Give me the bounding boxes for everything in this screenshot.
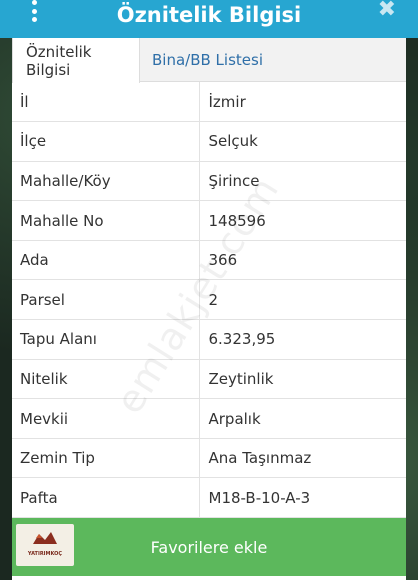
attribute-value: Selçuk (199, 121, 406, 162)
attribute-key: Mahalle/Köy (12, 161, 200, 202)
table-row: Nitelik Zeytinlik (12, 359, 406, 400)
attribute-key: Ada (12, 240, 200, 281)
table-row: Tapu Alanı 6.323,95 (12, 319, 406, 360)
attribute-key: İlçe (12, 121, 200, 162)
table-row: Mevkii Arpalık (12, 398, 406, 439)
table-row: Mahalle/Köy Şirince (12, 161, 406, 202)
modal-body: Öznitelik Bilgisi Bina/BB Listesi İl İzmi… (12, 38, 406, 580)
attribute-key: Mahalle No (12, 200, 200, 241)
attribute-value: Arpalık (199, 398, 406, 439)
attribute-key: Pafta (12, 477, 200, 519)
brand-logo: YATIRIMKOÇ (16, 524, 74, 566)
table-row: Pafta M18-B-10-A-3 (12, 477, 406, 519)
tab-bar: Öznitelik Bilgisi Bina/BB Listesi (12, 38, 406, 83)
attribute-value: İzmir (199, 82, 406, 123)
attribute-value: Şirince (199, 161, 406, 202)
modal-header: Öznitelik Bilgisi ✖ (0, 0, 418, 38)
table-row: İl İzmir (12, 82, 406, 123)
attribute-value: M18-B-10-A-3 (199, 477, 406, 519)
attribute-key: İl (12, 82, 200, 123)
close-icon[interactable]: ✖ (378, 0, 396, 21)
attribute-info-modal: Öznitelik Bilgisi ✖ Öznitelik Bilgisi Bi… (0, 0, 418, 580)
logo-text: YATIRIMKOÇ (27, 551, 63, 557)
attribute-value: 6.323,95 (199, 319, 406, 360)
tab-attribute-info[interactable]: Öznitelik Bilgisi (12, 38, 140, 83)
tab-building-list[interactable]: Bina/BB Listesi (152, 38, 263, 82)
logo-mark-icon (33, 532, 57, 544)
attribute-value: Zeytinlik (199, 359, 406, 400)
attribute-value: Ana Taşınmaz (199, 438, 406, 479)
attribute-key: Zemin Tip (12, 438, 200, 479)
table-row: Zemin Tip Ana Taşınmaz (12, 438, 406, 479)
table-row: İlçe Selçuk (12, 121, 406, 162)
attribute-value: 2 (199, 279, 406, 321)
attribute-key: Mevkii (12, 398, 200, 439)
modal-title: Öznitelik Bilgisi (116, 3, 302, 27)
